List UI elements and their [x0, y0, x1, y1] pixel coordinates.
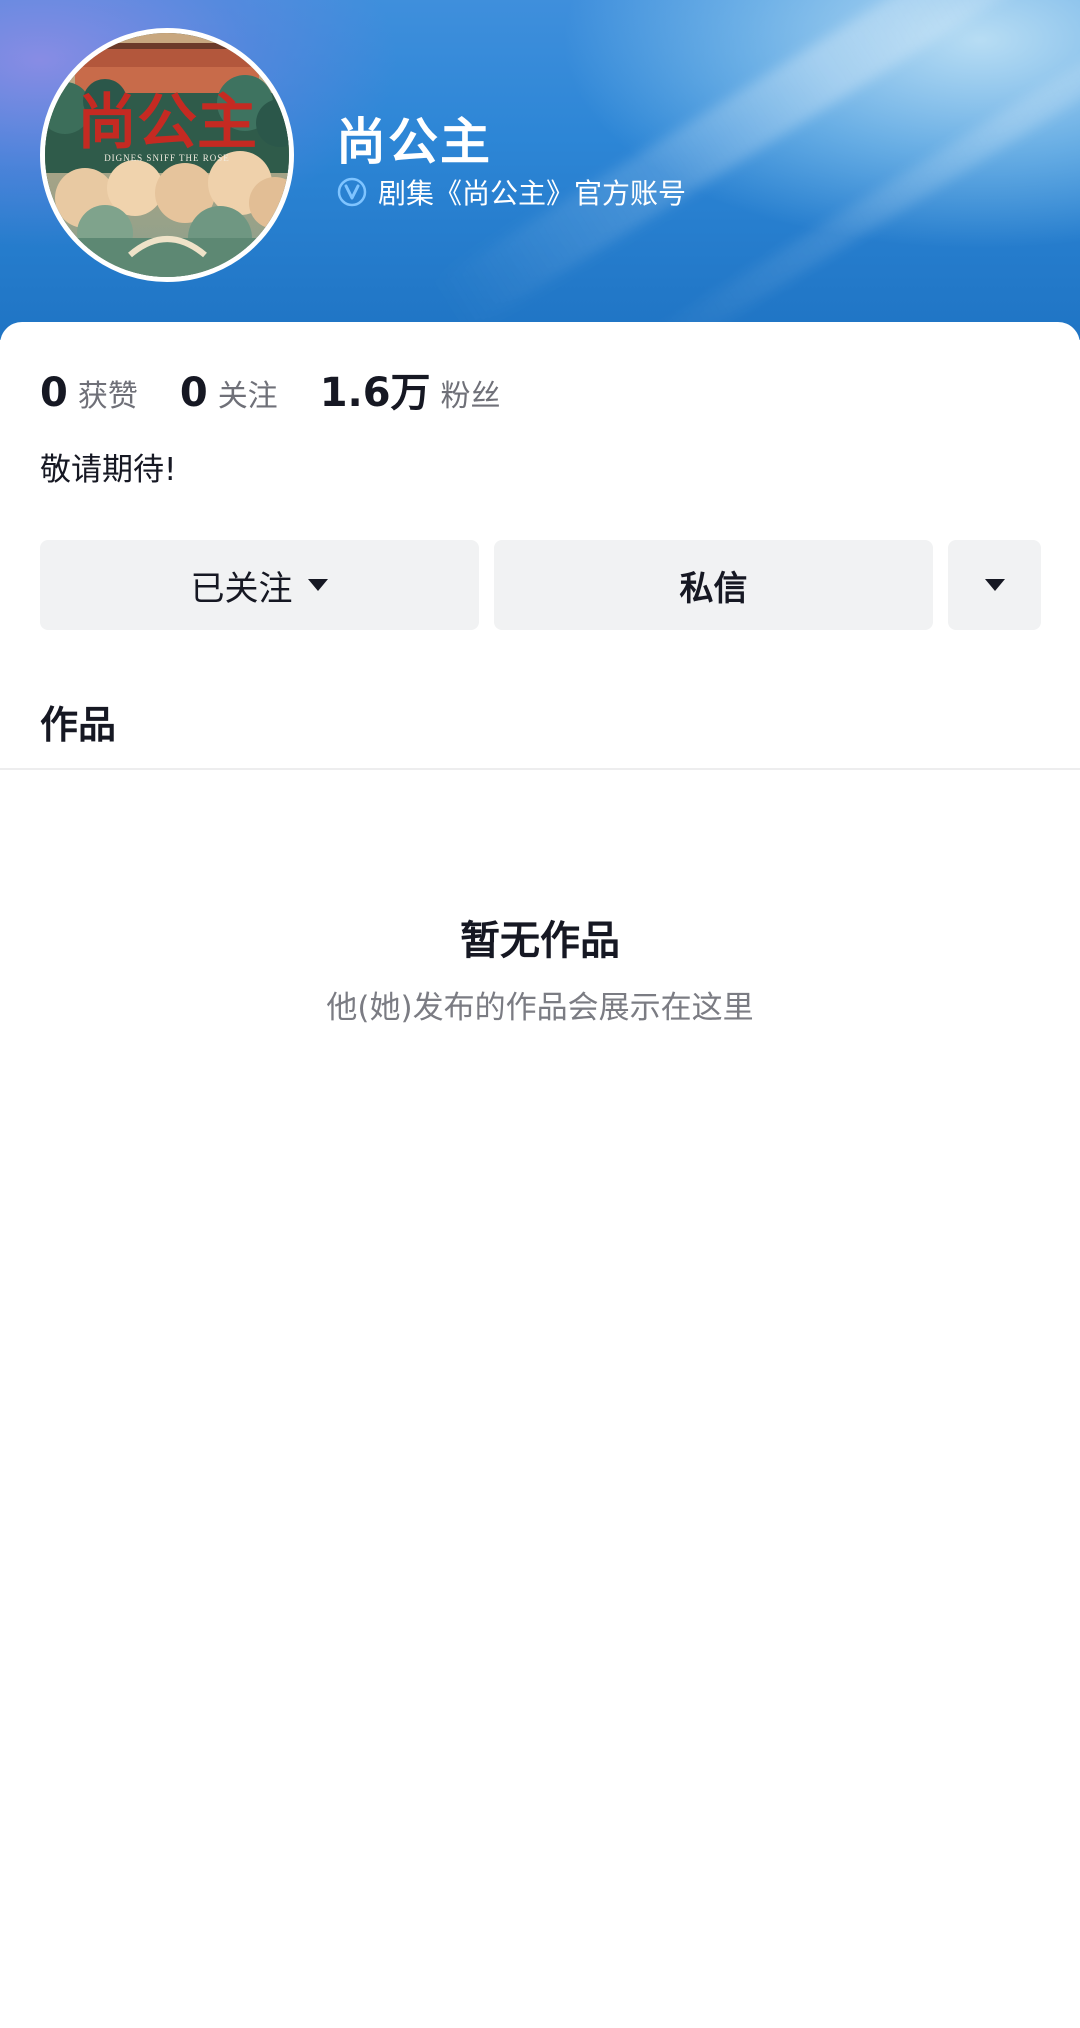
divider: [0, 768, 1080, 770]
stat-followers[interactable]: 1.6万 粉丝: [320, 360, 501, 418]
caret-down-icon: [307, 579, 328, 591]
verification-text: 剧集《尚公主》官方账号: [378, 177, 687, 210]
verified-v-icon: [337, 177, 367, 207]
stat-likes-count: 0: [40, 370, 68, 416]
avatar-artwork: 尚公主 DIGNES SNIFF THE ROSE: [45, 33, 289, 277]
stat-followers-count: 1.6万: [319, 370, 431, 416]
followed-button[interactable]: 已关注: [40, 540, 479, 630]
more-options-button[interactable]: [948, 540, 1041, 630]
tab-works[interactable]: 作品: [40, 694, 116, 749]
bio-text: 敬请期待!: [40, 452, 177, 488]
profile-card: 0 获赞 0 关注 1.6万 粉丝 敬请期待! 已关注 私信 作品 暂无作品 他…: [0, 322, 1080, 2028]
stats-row: 0 获赞 0 关注 1.6万 粉丝: [40, 360, 543, 418]
empty-state-subtitle: 他(她)发布的作品会展示在这里: [326, 990, 754, 1026]
stat-followers-label: 粉丝: [440, 379, 501, 414]
profile-page: 尚公主 DIGNES SNIFF THE ROSE 尚公主 剧集《尚公主》官方账…: [0, 0, 1080, 2028]
caret-down-icon: [984, 579, 1005, 591]
verification-row: 剧集《尚公主》官方账号: [336, 172, 686, 212]
avatar-subtitle-art: DIGNES SNIFF THE ROSE: [104, 153, 230, 163]
stat-likes-label: 获赞: [77, 379, 138, 414]
message-button[interactable]: 私信: [494, 540, 933, 630]
stat-following-label: 关注: [217, 379, 278, 414]
empty-state-title: 暂无作品: [460, 918, 620, 964]
profile-name: 尚公主: [336, 113, 492, 171]
avatar[interactable]: 尚公主 DIGNES SNIFF THE ROSE: [40, 28, 294, 282]
followed-button-label: 已关注: [190, 568, 293, 609]
profile-banner: 尚公主 DIGNES SNIFF THE ROSE 尚公主 剧集《尚公主》官方账…: [0, 0, 1080, 340]
stat-likes[interactable]: 0 获赞: [40, 370, 138, 416]
stat-following-count: 0: [179, 370, 208, 416]
avatar-title-art: 尚公主: [77, 90, 257, 156]
stat-following[interactable]: 0 关注: [180, 370, 278, 416]
message-button-label: 私信: [679, 568, 748, 609]
